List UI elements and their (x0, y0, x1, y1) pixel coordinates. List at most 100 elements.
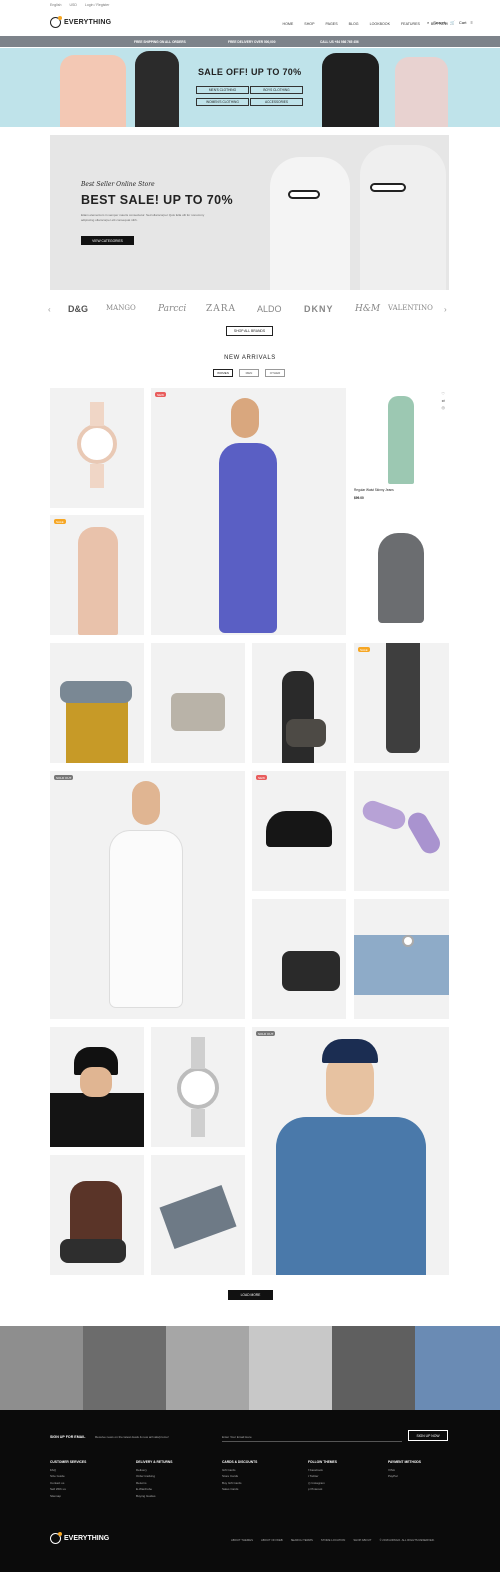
shop-all-brands-button[interactable]: SHOP ALL BRANDS (226, 326, 273, 336)
cart-icon[interactable]: 🛒 (450, 20, 455, 25)
info-strip: FREE SHIPPING ON ALL ORDERS FREE DELIVER… (0, 36, 500, 47)
nav-shop[interactable]: SHOP (304, 22, 314, 26)
brand-carousel: ‹ D&G MANGO Parcci ZARA ALDO DKNY H&M VA… (0, 300, 500, 322)
brand-logo[interactable]: D&G (68, 304, 88, 314)
model-head (231, 398, 259, 438)
search-icon[interactable]: ⌕ (427, 20, 429, 25)
promo-banner: SALE OFF! UP TO 70% MEN'S CLOTHING BOYS … (0, 48, 500, 127)
account-link[interactable]: Login / Register (85, 3, 110, 7)
heart-icon[interactable]: ♡ (441, 391, 445, 396)
product-name[interactable]: Regular Waist Skinny Jeans (354, 488, 394, 492)
sunglasses-icon (370, 183, 406, 192)
model-head (132, 781, 160, 825)
product-card[interactable] (151, 1155, 245, 1275)
chevron-right-icon[interactable]: › (444, 305, 447, 314)
footer-link[interactable]: p Pinterest (308, 1486, 337, 1493)
product-card[interactable] (252, 643, 346, 763)
product-card[interactable] (50, 1027, 144, 1147)
footer-logo[interactable]: EVERYTHING (50, 1532, 110, 1544)
instagram-photo[interactable] (166, 1326, 249, 1410)
load-more-button[interactable]: LOAD MORE (228, 1290, 273, 1300)
product-card[interactable] (50, 388, 144, 508)
search-label[interactable]: Search (433, 20, 446, 25)
footer-bottom-link[interactable]: SHOP ABOUT (353, 1538, 371, 1542)
sale-badge: SALE (358, 647, 370, 652)
product-card[interactable] (252, 899, 346, 1019)
instagram-photo[interactable] (0, 1326, 83, 1410)
footer-link[interactable]: Sitemap (50, 1493, 86, 1500)
currency-selector[interactable]: USD (69, 3, 76, 7)
footer-logo-text: EVERYTHING (64, 1535, 110, 1542)
logo[interactable]: EVERYTHING (50, 16, 111, 28)
product-card[interactable] (50, 1155, 144, 1275)
watch-strap (191, 1109, 205, 1137)
footer-bottom-link[interactable]: STORE LOCATION (321, 1538, 345, 1542)
product-card[interactable] (354, 899, 449, 1019)
menu-icon[interactable]: ≡ (470, 20, 472, 25)
instagram-photo[interactable] (415, 1326, 500, 1410)
email-field[interactable]: Enter Your Email Here (222, 1433, 402, 1442)
tab-men[interactable]: MEN (239, 369, 259, 377)
logo-mark-icon (50, 16, 62, 28)
nav-pages[interactable]: PAGES (325, 22, 337, 26)
cart-label[interactable]: Cart (459, 20, 467, 25)
footer-column: CUSTOMER SERVICES FAQ Size Guide Contact… (50, 1459, 86, 1499)
bag-image (171, 693, 225, 731)
instagram-photo[interactable] (249, 1326, 332, 1410)
product-card[interactable] (354, 515, 449, 635)
instagram-photo[interactable] (332, 1326, 415, 1410)
signup-title: SIGN UP FOR EMAIL (50, 1435, 86, 1439)
copyright-text: © 2018 AIRNGO. ALL RIGHTS RESERVED. (379, 1538, 435, 1542)
chevron-left-icon[interactable]: ‹ (48, 305, 51, 314)
nav-features[interactable]: FEATURES (401, 22, 420, 26)
tab-women[interactable]: WOMEN (213, 369, 233, 377)
product-card-featured[interactable]: ♡ ⇄ ◎ (354, 388, 449, 484)
product-card[interactable]: NEW (252, 771, 346, 891)
product-card[interactable]: SALE (354, 643, 449, 763)
product-card[interactable]: NEW (151, 388, 346, 635)
nav-lookbook[interactable]: LOOKBOOK (370, 22, 390, 26)
accessories-button[interactable]: ACCESSORIES (250, 98, 303, 106)
nav-home[interactable]: HOME (283, 22, 294, 26)
product-card[interactable] (50, 643, 144, 763)
footer-bottom-link[interactable]: ABOUT THEMES (231, 1538, 253, 1542)
brand-logo[interactable]: H&M (355, 304, 380, 314)
signup-button[interactable]: SIGN UP NOW (408, 1430, 448, 1441)
brand-logo[interactable]: VALENTINO (388, 304, 433, 312)
tab-other[interactable]: OTHER (265, 369, 285, 377)
product-card[interactable] (151, 643, 245, 763)
womens-clothing-button[interactable]: WOMEN'S CLOTHING (196, 98, 249, 106)
quickview-icon[interactable]: ◎ (442, 405, 446, 410)
brand-logo[interactable]: ALDO (257, 304, 282, 314)
brand-logo[interactable]: Parcci (158, 304, 186, 314)
model-image (60, 1239, 126, 1263)
product-price: $99.00 (354, 496, 364, 500)
model-image (282, 671, 314, 763)
sandal-image (404, 808, 444, 858)
product-card[interactable]: SOLD OUT (252, 1027, 449, 1275)
language-selector[interactable]: English (50, 3, 61, 7)
compare-icon[interactable]: ⇄ (442, 398, 445, 403)
view-categories-button[interactable]: VIEW CATEGORIES (81, 236, 134, 245)
mens-clothing-button[interactable]: MEN'S CLOTHING (196, 86, 249, 94)
footer-column-title: FOLLOW THEMES (308, 1460, 337, 1464)
hero-model-image (270, 157, 350, 290)
nav-blog[interactable]: BLOG (349, 22, 359, 26)
brand-logo[interactable]: ZARA (206, 304, 236, 314)
footer-link[interactable]: Sales Cards (222, 1486, 257, 1493)
boys-clothing-button[interactable]: BOYS CLOTHING (250, 86, 303, 94)
dress-image (388, 396, 414, 484)
footer-link[interactable]: Buying Guides (136, 1493, 172, 1500)
product-card[interactable] (354, 771, 449, 891)
product-card[interactable] (151, 1027, 245, 1147)
instagram-photo[interactable] (83, 1326, 166, 1410)
footer-bottom-link[interactable]: ABOUT ON WEB (261, 1538, 283, 1542)
product-card[interactable]: SALE (50, 515, 144, 635)
logo-mark-icon (50, 1532, 62, 1544)
product-card[interactable]: SOLD OUT (50, 771, 245, 1019)
brand-logo[interactable]: DKNY (304, 304, 334, 314)
bag-image (286, 719, 326, 747)
category-tabs: WOMEN MEN OTHER (213, 369, 285, 377)
brand-logo[interactable]: MANGO (106, 304, 136, 312)
footer-bottom-link[interactable]: SEARCH TERMS (291, 1538, 313, 1542)
